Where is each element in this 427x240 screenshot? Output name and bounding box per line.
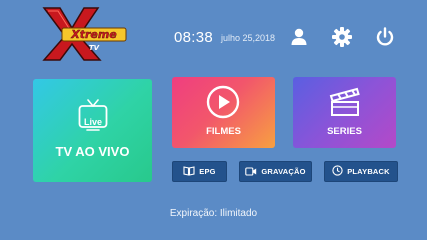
clapperboard-icon [329,87,361,122]
recording-button[interactable]: GRAVAÇÃO [239,161,312,182]
clock-date: julho 25,2018 [221,33,276,43]
epg-label: EPG [199,167,216,176]
live-tv-label: TV AO VIVO [55,144,130,159]
video-camera-icon [245,163,257,181]
app-logo: Xtreme TV [38,6,130,62]
logo-text: Xtreme [70,28,117,41]
user-icon[interactable] [288,26,310,48]
recording-label: GRAVAÇÃO [261,167,306,176]
films-tile[interactable]: FILMES [172,77,275,148]
films-label: FILMES [206,126,241,137]
epg-button[interactable]: EPG [172,161,227,182]
logo-subtext: TV [89,44,100,52]
power-icon[interactable] [374,26,396,48]
expiry-text: Expiração: Ilimitado [169,208,258,219]
series-tile[interactable]: SERIES [293,77,396,148]
playback-button[interactable]: PLAYBACK [324,161,398,182]
clock-time: 08:38 [174,29,214,46]
gear-icon[interactable] [331,26,353,48]
series-label: SERIES [327,126,362,137]
play-icon [206,85,240,124]
playback-label: PLAYBACK [347,167,390,176]
live-tv-tile[interactable]: Live TV AO VIVO [33,79,152,182]
live-badge: Live [83,117,102,127]
history-clock-icon [332,163,343,181]
book-icon [183,163,195,181]
